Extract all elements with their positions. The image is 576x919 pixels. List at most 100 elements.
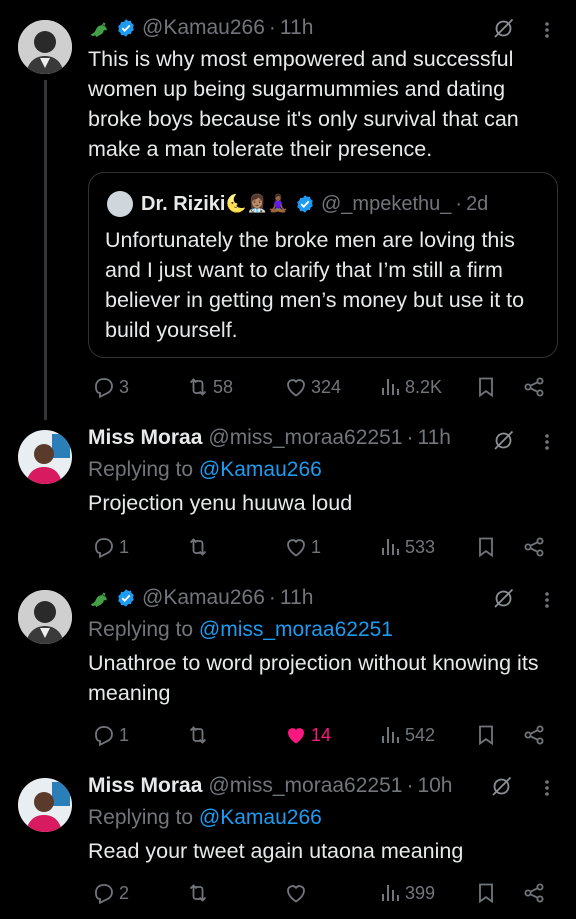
avatar[interactable]: [18, 590, 72, 644]
reply-button[interactable]: 2: [92, 878, 129, 908]
repost-button[interactable]: [186, 878, 213, 908]
view-count: 8.2K: [405, 376, 443, 397]
verified-badge-icon: [295, 194, 315, 214]
replying-to-link[interactable]: @Kamau266: [199, 806, 322, 829]
bookmark-icon: [474, 723, 498, 747]
share-button[interactable]: [522, 878, 546, 908]
tweet-header: Miss Moraa @miss_moraa62251 · 10h: [88, 774, 453, 798]
reply-button[interactable]: 1: [92, 532, 129, 562]
replying-to-label: Replying to: [88, 458, 194, 481]
share-button[interactable]: [522, 720, 546, 750]
views-icon: [378, 535, 402, 559]
repost-button[interactable]: 58: [186, 372, 233, 402]
quote-handle[interactable]: @_mpekethu_: [321, 193, 451, 216]
tweet-name[interactable]: Miss Moraa: [88, 774, 202, 798]
tweet-time[interactable]: 11h: [417, 426, 450, 450]
replying-to: Replying to @Kamau266: [88, 806, 322, 830]
views-button[interactable]: 399: [378, 878, 435, 908]
share-button[interactable]: [522, 532, 546, 562]
tweet[interactable]: @Kamau266 · 11h This is why most empower…: [0, 0, 576, 420]
dragon-emoji-icon: [88, 17, 110, 39]
tweet-header: @Kamau266 · 11h: [88, 16, 313, 40]
grok-icon[interactable]: [490, 774, 514, 798]
replying-to-label: Replying to: [88, 806, 194, 829]
tweet-handle[interactable]: @Kamau266: [142, 16, 265, 40]
reply-count: 3: [119, 376, 130, 397]
repost-icon: [186, 881, 210, 905]
more-icon[interactable]: [544, 776, 550, 800]
tweet[interactable]: @Kamau266 · 11h Replying to @miss_moraa6…: [0, 580, 576, 770]
tweet-time[interactable]: 10h: [417, 774, 452, 798]
views-button[interactable]: 542: [378, 720, 435, 750]
quoted-tweet[interactable]: Dr. Riziki 🌜👩🏽‍⚕️🧘🏾‍♀️ @_mpekethu_ · 2d …: [88, 172, 558, 358]
replying-to-link[interactable]: @miss_moraa62251: [199, 618, 393, 641]
quote-header: Dr. Riziki 🌜👩🏽‍⚕️🧘🏾‍♀️ @_mpekethu_ · 2d: [107, 191, 488, 217]
views-button[interactable]: 8.2K: [378, 372, 442, 402]
tweet-time[interactable]: 11h: [280, 16, 313, 40]
reply-icon: [92, 881, 116, 905]
action-bar: 3 58 324 8.2K: [88, 372, 558, 402]
quote-name[interactable]: Dr. Riziki: [141, 193, 225, 216]
reply-button[interactable]: 1: [92, 720, 129, 750]
avatar[interactable]: [18, 778, 72, 832]
thread-line: [44, 80, 47, 420]
tweet[interactable]: Miss Moraa @miss_moraa62251 · 10h Replyi…: [0, 768, 576, 919]
replying-to: Replying to @miss_moraa62251: [88, 618, 393, 642]
grok-icon[interactable]: [492, 428, 516, 452]
share-button[interactable]: [522, 372, 546, 402]
views-icon: [378, 881, 402, 905]
more-icon[interactable]: [544, 588, 550, 612]
like-button[interactable]: 14: [284, 720, 331, 750]
repost-button[interactable]: [186, 720, 213, 750]
bookmark-button[interactable]: [474, 720, 498, 750]
share-icon: [522, 375, 546, 399]
verified-badge-icon: [116, 588, 136, 608]
more-icon[interactable]: [544, 430, 550, 454]
reply-icon: [92, 723, 116, 747]
tweet-time[interactable]: 11h: [280, 586, 313, 610]
view-count: 542: [405, 724, 436, 745]
like-count: 324: [311, 376, 342, 397]
replying-to-link[interactable]: @Kamau266: [199, 458, 322, 481]
tweet-handle[interactable]: @miss_moraa62251: [208, 426, 402, 450]
separator-dot: ·: [268, 586, 276, 609]
tweet[interactable]: Miss Moraa @miss_moraa62251 · 11h Replyi…: [0, 420, 576, 588]
tweet-handle[interactable]: @miss_moraa62251: [208, 774, 402, 798]
reply-count: 1: [119, 536, 130, 557]
quote-time[interactable]: 2d: [466, 193, 488, 216]
view-count: 533: [405, 536, 436, 557]
like-count: 1: [311, 536, 322, 557]
repost-icon: [186, 375, 210, 399]
like-icon: [284, 535, 308, 559]
separator-dot: ·: [406, 426, 414, 449]
tweet-name[interactable]: Miss Moraa: [88, 426, 202, 450]
like-icon: [284, 881, 308, 905]
quote-text: Unfortunately the broke men are loving t…: [105, 228, 525, 342]
tweet-text: Unathroe to word projection without know…: [88, 651, 539, 705]
views-icon: [378, 375, 402, 399]
like-button[interactable]: [284, 878, 311, 908]
bookmark-button[interactable]: [474, 532, 498, 562]
reply-count: 1: [119, 724, 130, 745]
tweet-text: This is why most empowered and successfu…: [88, 47, 519, 161]
tweet-header: Miss Moraa @miss_moraa62251 · 11h: [88, 426, 451, 450]
bookmark-button[interactable]: [474, 372, 498, 402]
like-icon: [284, 723, 308, 747]
quote-name-emojis: 🌜👩🏽‍⚕️🧘🏾‍♀️: [225, 194, 289, 213]
avatar[interactable]: [18, 430, 72, 484]
separator-dot: ·: [406, 774, 414, 797]
tweet-text: Projection yenu huuwa loud: [88, 491, 353, 515]
views-button[interactable]: 533: [378, 532, 435, 562]
grok-icon[interactable]: [492, 16, 516, 40]
reply-button[interactable]: 3: [92, 372, 129, 402]
like-button[interactable]: 1: [284, 532, 321, 562]
action-bar: 2 399: [88, 878, 558, 908]
like-button[interactable]: 324: [284, 372, 341, 402]
more-icon[interactable]: [544, 18, 550, 42]
tweet-handle[interactable]: @Kamau266: [142, 586, 265, 610]
repost-button[interactable]: [186, 532, 213, 562]
verified-badge-icon: [116, 18, 136, 38]
grok-icon[interactable]: [492, 586, 516, 610]
avatar[interactable]: [18, 20, 72, 74]
bookmark-button[interactable]: [474, 878, 498, 908]
